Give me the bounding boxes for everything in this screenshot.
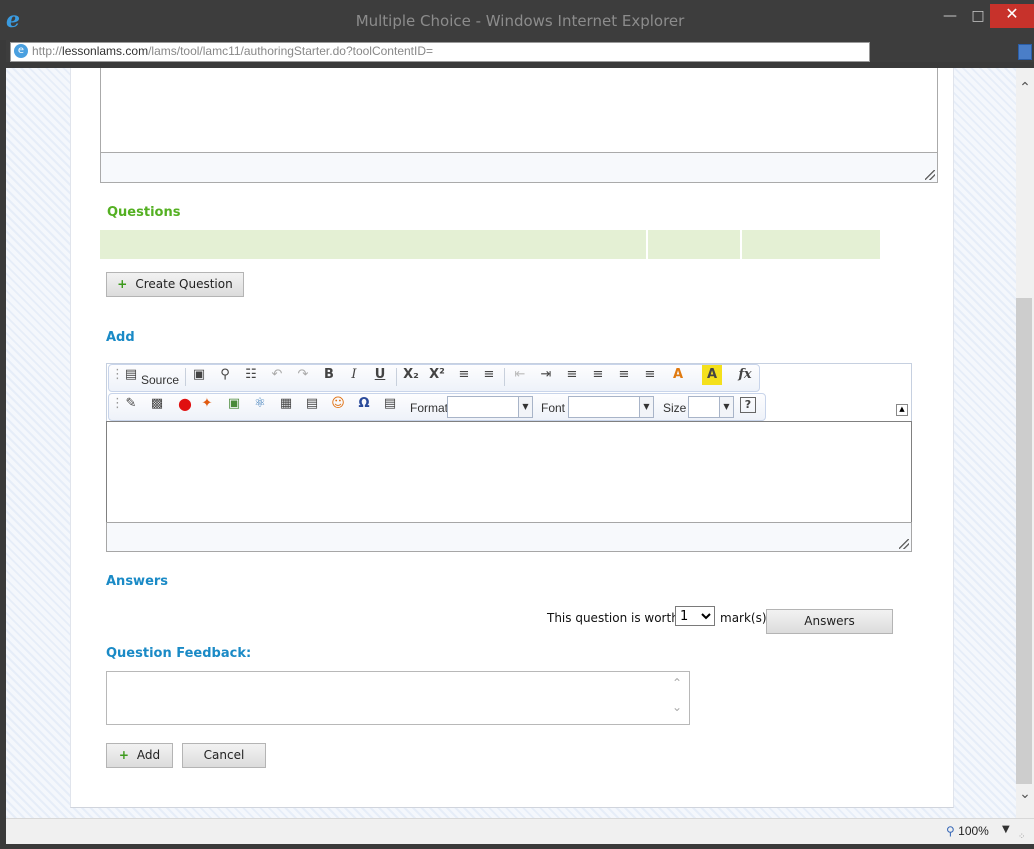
font-dropdown[interactable]: ▼: [568, 396, 654, 418]
maximize-icon[interactable]: □: [964, 6, 992, 28]
paint-icon[interactable]: ✦: [197, 394, 217, 414]
page-break-icon[interactable]: ▤: [380, 394, 400, 414]
create-question-button[interactable]: + Create Question: [106, 272, 244, 297]
questions-table-header: [742, 230, 880, 259]
add-heading: Add: [106, 330, 135, 345]
record-icon[interactable]: ●: [175, 394, 195, 414]
close-icon[interactable]: ✕: [990, 4, 1034, 28]
size-dropdown[interactable]: ▼: [688, 396, 734, 418]
indent-icon[interactable]: ⇥: [536, 365, 556, 385]
toolbar-row: ⋮ ▤ Source ▣ ⚲ ☷ ↶ ↷ B I U X₂ X² ≡ ≡ ⇤ ⇥…: [108, 364, 760, 392]
chevron-down-icon: ▼: [639, 397, 653, 417]
toolbar-grip-icon: ⋮: [111, 396, 124, 411]
resize-grip-icon[interactable]: [899, 539, 909, 549]
source-icon[interactable]: ▤: [121, 365, 141, 385]
edit-icon[interactable]: ✎: [121, 394, 141, 414]
toolbar-separator: [504, 368, 505, 386]
add-button[interactable]: + Add: [106, 743, 173, 768]
text-color-icon[interactable]: A: [668, 365, 688, 385]
window-resize-grip-icon[interactable]: ⁘: [1018, 832, 1026, 842]
chevron-up-icon[interactable]: ⌃: [672, 676, 682, 690]
editor-footer: [100, 152, 938, 183]
format-label: Format: [410, 401, 449, 415]
horizontal-rule-icon[interactable]: ▤: [302, 394, 322, 414]
chevron-down-icon[interactable]: ▼: [1002, 824, 1010, 835]
url-redacted: [446, 43, 866, 57]
mark-select[interactable]: 1: [675, 606, 715, 626]
status-bar: [6, 818, 1034, 844]
worth-label: This question is worth: [547, 611, 679, 625]
chevron-down-icon[interactable]: ⌄: [672, 700, 682, 714]
feedback-heading: Question Feedback:: [106, 646, 252, 661]
templates-icon[interactable]: ▣: [189, 365, 209, 385]
align-left-icon[interactable]: ≡: [562, 365, 582, 385]
paste-word-icon[interactable]: ☷: [241, 365, 261, 385]
size-label: Size: [663, 401, 687, 415]
align-right-icon[interactable]: ≡: [614, 365, 634, 385]
scroll-down-icon[interactable]: ⌄: [1016, 786, 1034, 804]
superscript-icon[interactable]: X²: [427, 365, 447, 385]
globe-icon: e: [14, 44, 28, 58]
scroll-up-icon[interactable]: ⌃: [1016, 80, 1034, 98]
toolbar-separator: [396, 368, 397, 386]
zoom-control[interactable]: ⚲ 100%: [946, 824, 989, 838]
answers-button[interactable]: Answers: [766, 609, 893, 634]
minimize-icon[interactable]: —: [936, 6, 964, 28]
image-icon[interactable]: ▣: [224, 394, 244, 414]
special-char-icon[interactable]: Ω: [354, 394, 374, 414]
plus-icon: +: [117, 277, 128, 291]
toolbar-separator: [185, 368, 186, 386]
window-title: Multiple Choice - Windows Internet Explo…: [355, 12, 685, 30]
help-icon[interactable]: ?: [740, 397, 756, 413]
format-dropdown[interactable]: ▼: [447, 396, 533, 418]
scroll-thumb[interactable]: [1016, 298, 1032, 784]
italic-icon[interactable]: I: [344, 365, 364, 385]
highlight-color-icon[interactable]: A: [702, 365, 722, 385]
subscript-icon[interactable]: X₂: [401, 365, 421, 385]
align-center-icon[interactable]: ≡: [588, 365, 608, 385]
cancel-button[interactable]: Cancel: [182, 743, 266, 768]
zoom-level: 100%: [958, 824, 989, 838]
marks-unit-label: mark(s): [720, 611, 767, 625]
page-icon[interactable]: [1018, 44, 1032, 60]
questions-table-header: [648, 230, 740, 259]
questions-table-header: [100, 230, 646, 259]
justify-icon[interactable]: ≡: [640, 365, 660, 385]
bold-icon[interactable]: B: [319, 365, 339, 385]
undo-icon[interactable]: ↶: [267, 365, 287, 385]
video-icon[interactable]: ▩: [147, 394, 167, 414]
url-text: http://lessonlams.com/lams/tool/lamc11/a…: [32, 44, 434, 58]
redo-icon[interactable]: ↷: [293, 365, 313, 385]
link-icon[interactable]: ⚛: [250, 394, 270, 414]
source-button[interactable]: Source: [141, 373, 179, 387]
chevron-down-icon: ▼: [719, 397, 733, 417]
bulleted-list-icon[interactable]: ≡: [479, 365, 499, 385]
zoom-icon: ⚲: [946, 824, 955, 838]
toolbar-row: ⋮ ✎ ▩ ● ✦ ▣ ⚛ ▦ ▤ ☺ Ω ▤ Format ▼ Font ▼ …: [108, 393, 766, 421]
table-icon[interactable]: ▦: [276, 394, 296, 414]
smiley-icon[interactable]: ☺: [328, 394, 348, 414]
questions-heading: Questions: [107, 205, 181, 220]
plus-icon: +: [118, 748, 129, 762]
instructions-editor[interactable]: [100, 68, 938, 153]
feedback-textarea[interactable]: [106, 671, 690, 725]
editor-footer: [106, 522, 912, 552]
answers-heading: Answers: [106, 574, 169, 589]
resize-grip-icon[interactable]: [925, 170, 935, 180]
collapse-toolbar-icon[interactable]: ▲: [896, 404, 908, 416]
formula-icon[interactable]: fx: [735, 365, 755, 385]
toolbar-grip-icon: ⋮: [111, 367, 124, 382]
underline-icon[interactable]: U: [370, 365, 390, 385]
add-label: Add: [136, 748, 161, 762]
chevron-down-icon: ▼: [518, 397, 532, 417]
outdent-icon[interactable]: ⇤: [510, 365, 530, 385]
font-label: Font: [541, 401, 566, 415]
create-question-label: Create Question: [135, 277, 233, 291]
question-editor[interactable]: [106, 421, 912, 523]
preview-icon[interactable]: ⚲: [215, 365, 235, 385]
numbered-list-icon[interactable]: ≡: [454, 365, 474, 385]
